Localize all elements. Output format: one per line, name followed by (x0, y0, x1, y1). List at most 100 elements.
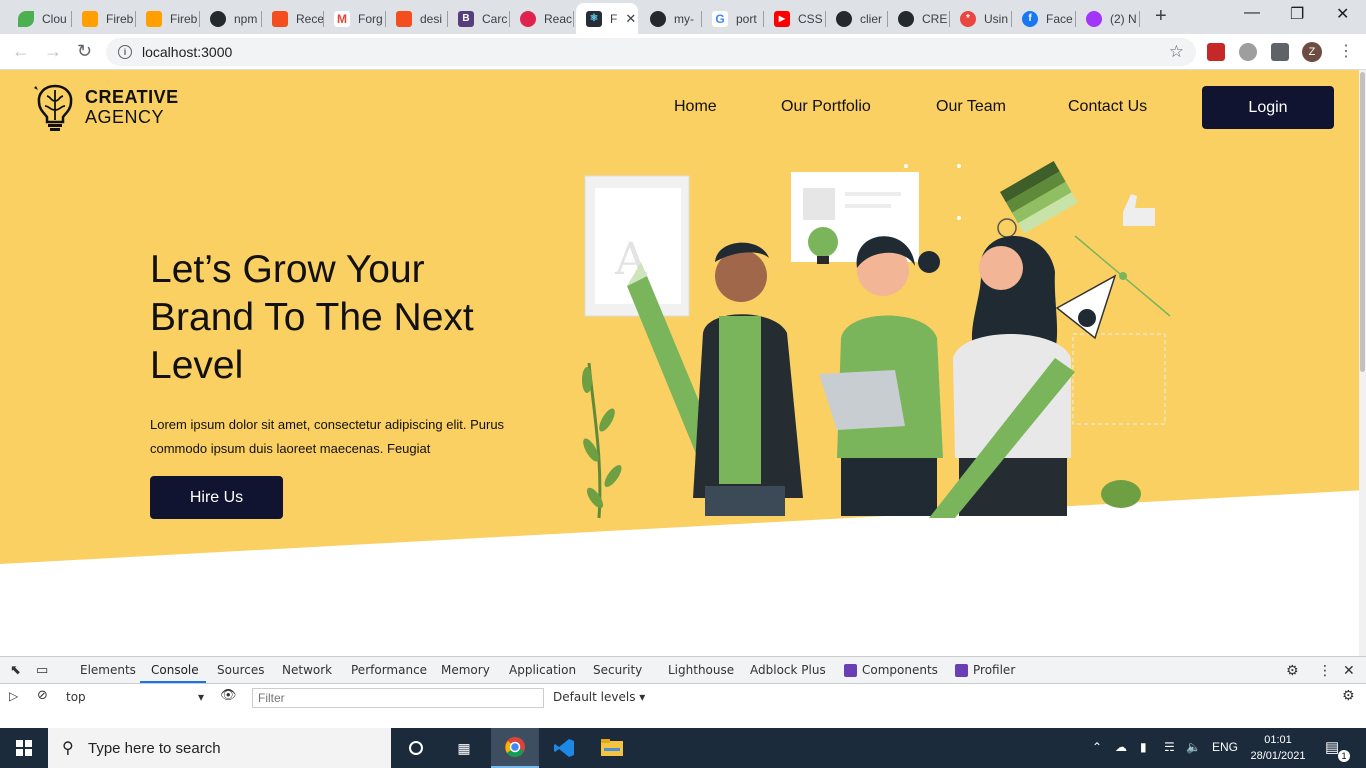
login-button[interactable]: Login (1202, 86, 1334, 129)
minimize-button[interactable]: — (1244, 4, 1260, 22)
sidebar-toggle-icon[interactable]: ▷ (9, 689, 18, 703)
tab-lighthouse[interactable]: Lighthouse (668, 663, 734, 677)
forward-button[interactable]: → (44, 41, 62, 62)
taskbar-search[interactable]: ⚲ Type here to search (48, 728, 391, 768)
figma-icon (272, 10, 288, 27)
tab-client[interactable]: clier (826, 3, 888, 34)
tab-youtube[interactable]: ▶ CSS (764, 3, 826, 34)
restore-button[interactable]: ❐ (1290, 4, 1304, 24)
tab-memory[interactable]: Memory (441, 663, 490, 677)
tab-my[interactable]: my- (640, 3, 702, 34)
tab-clou[interactable]: ​Clou (8, 3, 72, 34)
eye-icon[interactable]: 👁 (220, 688, 237, 703)
messenger-icon (1086, 10, 1102, 27)
info-icon[interactable]: i (118, 45, 132, 59)
tab-rece[interactable]: Rece (262, 3, 324, 34)
tab-bootstrap[interactable]: B Carc (448, 3, 510, 34)
system-clock[interactable]: 01:01 28/01/2021 (1238, 732, 1318, 764)
bootstrap-icon: B (458, 10, 474, 27)
device-toolbar-icon[interactable]: ▭ (36, 663, 48, 678)
back-button[interactable]: ← (12, 41, 30, 62)
windows-taskbar: ⚲ Type here to search ▦ ⌃ ☁ ▮ ☴ 🔈 ENG 01… (0, 728, 1366, 768)
cortana-icon[interactable] (392, 728, 440, 768)
bookmark-star-icon[interactable]: ☆ (1169, 42, 1184, 62)
firebase-icon (146, 10, 162, 27)
onedrive-icon[interactable]: ☁ (1115, 740, 1127, 754)
tab-google[interactable]: Gport (702, 3, 764, 34)
tab-console[interactable]: Console (151, 663, 199, 677)
tab-npm[interactable]: npm (200, 3, 262, 34)
notification-center-icon[interactable]: ▤ (1325, 738, 1339, 756)
new-tab-button[interactable]: + (1155, 5, 1167, 28)
clock-time: 01:01 (1264, 734, 1292, 746)
tab-profiler[interactable]: Profiler (955, 663, 1015, 677)
nav-home[interactable]: Home (674, 98, 717, 116)
chrome-taskbar-icon[interactable] (491, 728, 539, 768)
tab-gmail[interactable]: M Forg (324, 3, 386, 34)
tab-performance[interactable]: Performance (351, 663, 427, 677)
close-tab-icon[interactable]: ✕ (625, 11, 636, 27)
tab-network[interactable]: Network (282, 663, 332, 677)
brain-bulb-icon (34, 84, 73, 131)
vscode-icon[interactable] (540, 728, 588, 768)
inspect-element-icon[interactable]: ⬉ (10, 663, 21, 678)
page-scrollbar[interactable] (1359, 70, 1366, 656)
tab-application[interactable]: Application (509, 663, 576, 677)
react-icon: ⚛ (586, 10, 602, 27)
tab-cre[interactable]: CRE (888, 3, 950, 34)
tab-security[interactable]: Security (593, 663, 642, 677)
address-bar[interactable]: i localhost:3000 ☆ (106, 38, 1196, 66)
close-devtools-icon[interactable]: ✕ (1343, 663, 1355, 679)
clear-console-icon[interactable]: ⊘ (37, 688, 48, 703)
nav-portfolio[interactable]: Our Portfolio (781, 98, 871, 116)
tab-design[interactable]: desi (386, 3, 448, 34)
wifi-icon[interactable]: ☴ (1164, 740, 1175, 754)
language-indicator[interactable]: ENG (1212, 740, 1238, 754)
tab-firebase-1[interactable]: Fireb (72, 3, 136, 34)
console-filter-input[interactable] (252, 688, 544, 708)
tab-react-1[interactable]: Reac (510, 3, 574, 34)
react-devtools-icon (844, 663, 857, 677)
hire-us-button[interactable]: Hire Us (150, 476, 283, 519)
tab-adblock-plus[interactable]: Adblock Plus (750, 663, 826, 677)
logo[interactable]: CREATIVE AGENCY (33, 82, 179, 132)
battery-icon[interactable]: ▮ (1140, 740, 1147, 754)
tab-firebase-2[interactable]: Fireb (136, 3, 200, 34)
settings-gear-icon[interactable]: ⚙ (1286, 663, 1299, 679)
task-view-icon[interactable]: ▦ (440, 728, 488, 768)
tab-elements[interactable]: Elements (80, 663, 136, 677)
logo-subtitle: AGENCY (85, 107, 165, 127)
address-text: localhost:3000 (142, 44, 233, 60)
globe-icon[interactable] (1239, 43, 1257, 61)
leaf-icon: ​ (18, 10, 34, 27)
tab-facebook[interactable]: f Face (1012, 3, 1076, 34)
more-options-icon[interactable]: ⋮ (1318, 663, 1332, 679)
tab-components[interactable]: Components (844, 663, 938, 677)
console-settings-icon[interactable]: ⚙ (1342, 688, 1355, 704)
tab-messenger[interactable]: (2) N (1076, 3, 1140, 34)
browser-toolbar: ← → ↻ i localhost:3000 ☆ Z ⋮ (0, 34, 1366, 70)
reload-button[interactable]: ↻ (77, 41, 92, 62)
tab-using[interactable]: * Usin (950, 3, 1012, 34)
file-explorer-icon[interactable] (588, 728, 636, 768)
puzzle-icon[interactable] (1271, 43, 1289, 61)
context-select[interactable]: top ▾ (66, 690, 204, 704)
show-hidden-icons[interactable]: ⌃ (1092, 740, 1102, 754)
dropdown-arrow-icon: ▾ (197, 690, 204, 704)
nav-contact[interactable]: Contact Us (1068, 98, 1147, 116)
console-toolbar: ▷ ⊘ top▾ 👁 Default levels ▾ ⚙ (0, 685, 1366, 711)
tab-active[interactable]: ⚛ F ✕ (576, 3, 638, 34)
profile-avatar[interactable]: Z (1302, 42, 1322, 62)
nav-team[interactable]: Our Team (936, 98, 1006, 116)
tab-sources[interactable]: Sources (217, 663, 264, 677)
youtube-icon: ▶ (774, 10, 790, 27)
log-levels-dropdown[interactable]: Default levels ▾ (553, 690, 645, 704)
close-window-button[interactable]: ✕ (1336, 4, 1349, 24)
figma-icon (396, 10, 412, 27)
github-icon (650, 10, 666, 27)
menu-icon[interactable]: ⋮ (1338, 41, 1354, 61)
facebook-icon: f (1022, 10, 1038, 27)
extension-red-icon[interactable] (1207, 43, 1225, 61)
windows-start-icon[interactable] (0, 728, 48, 768)
volume-icon[interactable]: 🔈 (1186, 740, 1201, 754)
